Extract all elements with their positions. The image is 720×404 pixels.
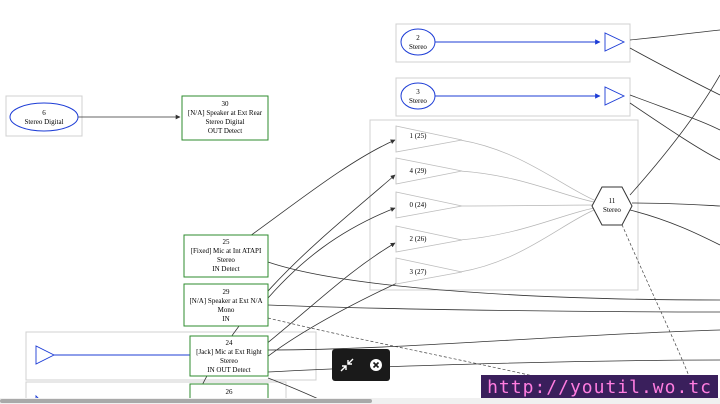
node-24-line2: Stereo (220, 357, 238, 365)
horizontal-scrollbar-thumb[interactable] (0, 399, 372, 403)
compress-arrows-icon[interactable] (337, 355, 357, 375)
mixer-input-0-label: 0 (24) (410, 201, 428, 209)
node-2-id: 2 (416, 34, 420, 42)
node-30-line2: Stereo Digital (205, 118, 244, 126)
close-circle-icon[interactable] (366, 355, 386, 375)
node-30-line3: OUT Detect (208, 127, 242, 135)
node-26-id: 26 (226, 388, 234, 396)
node-2-label: Stereo (409, 43, 427, 51)
edge-24-out (267, 329, 720, 351)
node-3[interactable]: 3 Stereo (400, 82, 436, 110)
node-25-line1: [Fixed] Mic at Int ATAPI (191, 247, 262, 255)
edge-11-down (629, 209, 720, 246)
edge-2-out (629, 29, 720, 41)
node-6-label: Stereo Digital (24, 118, 63, 126)
node-11-id: 11 (609, 197, 616, 205)
node-30[interactable]: 30 [N/A] Speaker at Ext Rear Stereo Digi… (181, 95, 269, 141)
node-24-line1: [Jack] Mic at Ext Right (196, 348, 262, 356)
graph-canvas[interactable]: 6 Stereo Digital 2 Stereo 3 Stereo 30 [N… (0, 0, 720, 404)
node-3-label: Stereo (409, 97, 427, 105)
edge-29-out (267, 304, 720, 313)
mixer-input-3-label: 3 (27) (410, 268, 428, 276)
node-24-line3: IN OUT Detect (207, 366, 250, 374)
zoom-control (332, 349, 390, 381)
node-6[interactable]: 6 Stereo Digital (9, 102, 79, 132)
node-3-id: 3 (416, 88, 420, 96)
node-29-id: 29 (223, 288, 231, 296)
watermark-url: http://youtil.wo.tc (481, 375, 718, 400)
mixer-input-4-label: 4 (29) (410, 167, 428, 175)
node-25-id: 25 (223, 238, 231, 246)
node-6-id: 6 (42, 109, 46, 117)
node-24[interactable]: 24 [Jack] Mic at Ext Right Stereo IN OUT… (189, 335, 269, 377)
node-29-line3: IN (222, 315, 229, 323)
node-25-line3: IN Detect (212, 265, 239, 273)
node-30-id: 30 (222, 100, 230, 108)
node-29-line1: [N/A] Speaker at Ext N/A (189, 297, 262, 305)
node-30-line1: [N/A] Speaker at Ext Rear (188, 109, 263, 117)
node-24-id: 24 (226, 339, 234, 347)
node-25-line2: Stereo (217, 256, 235, 264)
mixer-input-2-label: 2 (26) (410, 235, 428, 243)
node-29[interactable]: 29 [N/A] Speaker at Ext N/A Mono IN (183, 283, 269, 327)
edge-11-up (629, 74, 720, 196)
edge-11-right (631, 202, 720, 207)
node-29-line2: Mono (218, 306, 235, 314)
node-25[interactable]: 25 [Fixed] Mic at Int ATAPI Stereo IN De… (183, 234, 269, 278)
mixer-input-1-label: 1 (25) (410, 132, 428, 140)
node-2[interactable]: 2 Stereo (400, 28, 436, 56)
edge-2-out2 (629, 47, 720, 96)
node-11-label: Stereo (603, 206, 621, 214)
